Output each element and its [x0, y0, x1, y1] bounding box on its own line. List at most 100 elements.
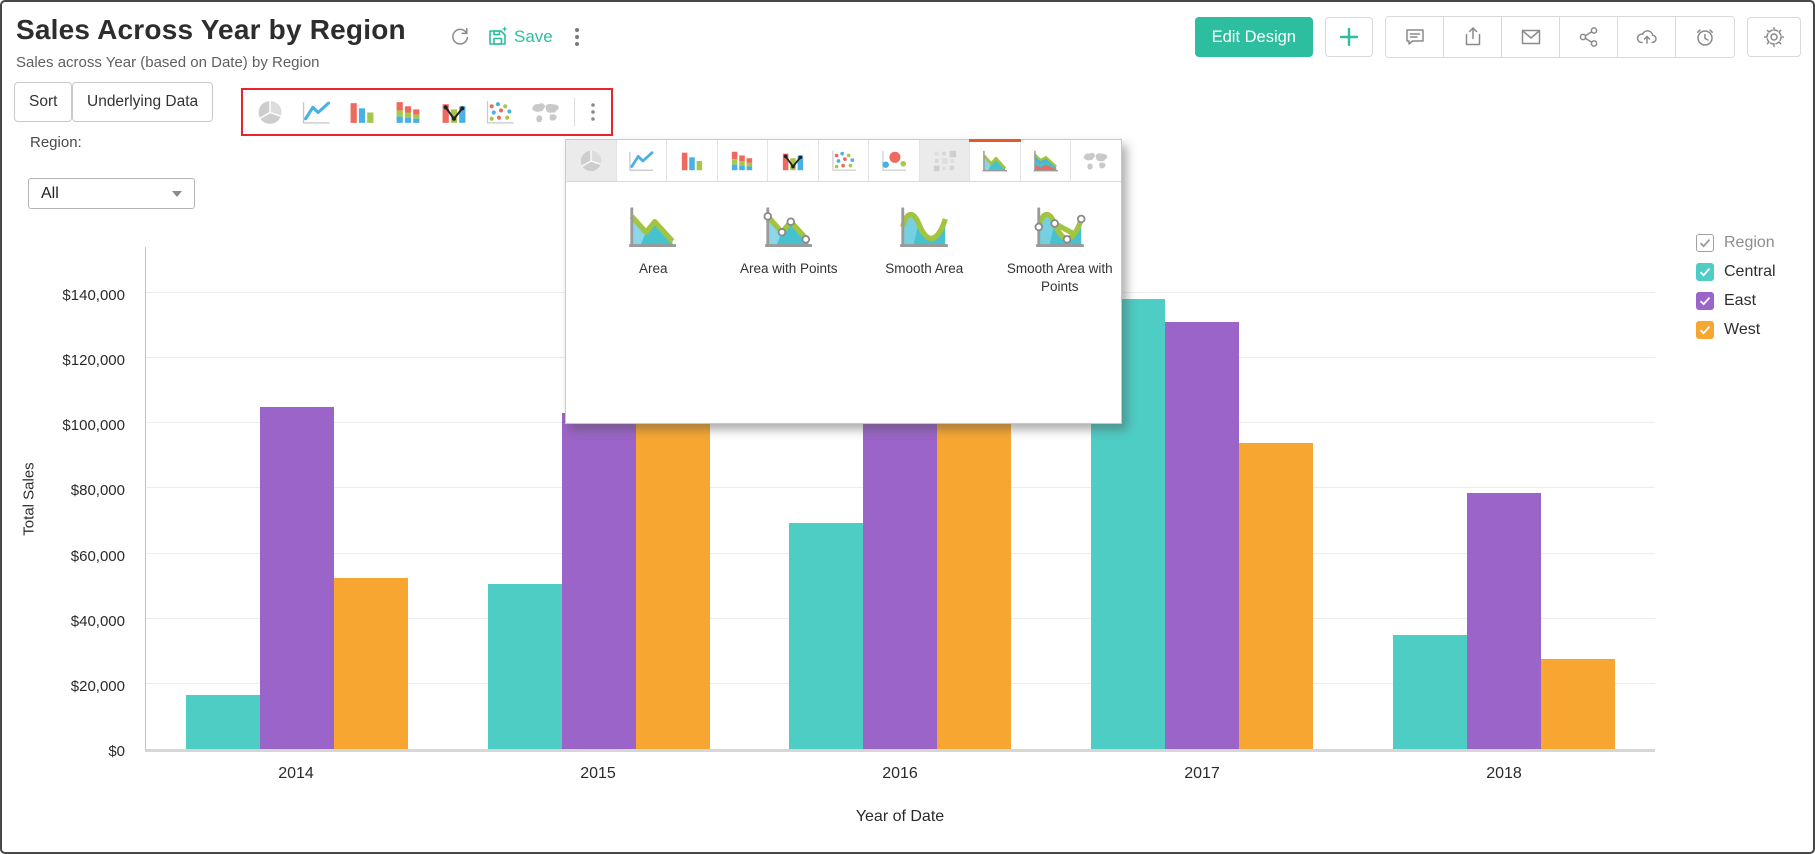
chart-type-line-button[interactable] — [293, 92, 339, 132]
chart-picker-body: Area Area with Points Smooth Area Smooth Ar… — [566, 182, 1121, 423]
alarm-clock-icon — [1693, 25, 1717, 49]
bar-central-2016[interactable] — [789, 522, 864, 749]
bar-central-2015[interactable] — [487, 584, 562, 749]
legend-title-checkbox[interactable] — [1696, 234, 1714, 252]
chart-type-toolbar-icons — [247, 92, 569, 132]
more-chart-types-button[interactable] — [580, 92, 607, 132]
smooth-area-points-chart-icon — [1030, 204, 1090, 250]
legend-item-east[interactable]: East — [1696, 291, 1776, 311]
settings-button[interactable] — [1747, 17, 1801, 57]
chart-type-map-button[interactable] — [523, 92, 569, 132]
map-chart-icon — [529, 99, 563, 126]
legend-item-west[interactable]: West — [1696, 320, 1776, 340]
bar-west-2016[interactable] — [937, 413, 1012, 749]
refresh-button[interactable] — [448, 25, 472, 49]
smooth-area-chart-icon — [894, 204, 954, 250]
toolbar-divider — [574, 98, 575, 126]
legend-checkbox[interactable] — [1696, 263, 1714, 281]
x-axis-title: Year of Date — [855, 808, 945, 825]
picker-tab-scatter[interactable] — [818, 140, 870, 181]
legend-label: Central — [1724, 263, 1776, 280]
chart-type-picker-panel: Area Area with Points Smooth Area Smooth Ar… — [565, 139, 1122, 424]
combo-chart-icon — [437, 99, 471, 126]
x-tick-label: 2017 — [1184, 765, 1220, 782]
bar-west-2015[interactable] — [635, 413, 710, 749]
y-tick-label: $20,000 — [70, 677, 125, 695]
analytics-report-view: Sales Across Year by Region Save Sales a… — [0, 0, 1815, 854]
y-tick-label: $140,000 — [62, 286, 125, 304]
edit-design-button[interactable]: Edit Design — [1194, 17, 1313, 57]
schedule-button[interactable] — [1676, 17, 1734, 57]
legend-title-row[interactable]: Region — [1696, 233, 1776, 253]
comments-button[interactable] — [1386, 17, 1444, 57]
line-chart-icon — [299, 99, 333, 126]
line-chart-icon — [626, 149, 656, 173]
chart-type-combo-button[interactable] — [431, 92, 477, 132]
stacked-area-chart-icon — [1031, 149, 1061, 173]
export-button[interactable] — [1444, 17, 1502, 57]
y-tick-label: $0 — [108, 743, 125, 760]
y-tick-label: $60,000 — [70, 547, 125, 565]
picker-option-area[interactable]: Area — [592, 204, 715, 295]
publish-button[interactable] — [1618, 17, 1676, 57]
chart-type-bar-button[interactable] — [339, 92, 385, 132]
bar-chart-icon — [345, 99, 379, 126]
scatter-chart-icon — [829, 149, 859, 173]
export-icon — [1461, 25, 1485, 49]
bar-west-2017[interactable] — [1239, 442, 1314, 749]
picker-option-smooth-area-points[interactable]: Smooth Area with Points — [999, 204, 1122, 295]
picker-tab-area[interactable] — [969, 139, 1021, 181]
picker-option-smooth-area[interactable]: Smooth Area — [863, 204, 986, 295]
chart-type-pie-button[interactable] — [247, 92, 293, 132]
bar-west-2014[interactable] — [333, 577, 408, 749]
title-more-menu-button[interactable] — [567, 26, 587, 48]
picker-tab-map[interactable] — [1071, 140, 1122, 181]
bar-central-2014[interactable] — [185, 695, 260, 749]
x-tick-label: 2018 — [1486, 765, 1522, 782]
bar-group-2014 — [146, 247, 448, 749]
chart-type-stacked-bar-button[interactable] — [385, 92, 431, 132]
underlying-data-button[interactable]: Underlying Data — [72, 82, 214, 122]
sort-button[interactable]: Sort — [14, 82, 73, 122]
legend-checkbox[interactable] — [1696, 321, 1714, 339]
heatmap-chart-icon — [930, 149, 960, 173]
y-tick-label: $100,000 — [62, 417, 125, 435]
bar-chart-icon — [677, 149, 707, 173]
picker-option-label: Smooth Area — [885, 261, 964, 276]
bar-east-2017[interactable] — [1165, 322, 1240, 749]
bar-east-2015[interactable] — [561, 413, 636, 749]
picker-tab-combo[interactable] — [768, 140, 819, 181]
page-subtitle: Sales across Year (based on Date) by Reg… — [16, 54, 320, 71]
email-button[interactable] — [1502, 17, 1560, 57]
bar-east-2014[interactable] — [259, 406, 334, 749]
x-tick-label: 2015 — [580, 765, 616, 782]
picker-tab-heatmap[interactable] — [919, 140, 971, 181]
add-new-button[interactable] — [1325, 17, 1373, 57]
bar-west-2018[interactable] — [1541, 659, 1616, 749]
region-filter-dropdown[interactable]: All — [28, 178, 195, 209]
y-tick-label: $80,000 — [70, 482, 125, 500]
y-tick-label: $120,000 — [62, 352, 125, 370]
refresh-icon — [448, 25, 472, 49]
picker-tab-stacked-area[interactable] — [1020, 140, 1072, 181]
legend-item-central[interactable]: Central — [1696, 262, 1776, 282]
picker-tab-bar[interactable] — [667, 140, 718, 181]
caret-down-icon — [172, 190, 182, 197]
bar-central-2018[interactable] — [1393, 634, 1468, 749]
picker-option-area-points[interactable]: Area with Points — [728, 204, 851, 295]
combo-chart-icon — [778, 149, 808, 173]
picker-tab-stacked-bar[interactable] — [717, 140, 769, 181]
comment-icon — [1403, 25, 1427, 49]
picker-tab-line[interactable] — [616, 140, 668, 181]
save-button[interactable]: Save — [486, 25, 553, 49]
legend-checkbox[interactable] — [1696, 292, 1714, 310]
bar-east-2018[interactable] — [1467, 493, 1542, 749]
bar-east-2016[interactable] — [863, 413, 938, 749]
email-icon — [1519, 25, 1543, 49]
picker-tab-pie[interactable] — [566, 140, 617, 181]
share-button[interactable] — [1560, 17, 1618, 57]
picker-tab-bubble[interactable] — [869, 140, 920, 181]
y-axis-ticks: $0 $20,000 $40,000 $60,000 $80,000 $100,000 $1… — [2, 247, 135, 760]
gear-icon — [1762, 25, 1786, 49]
chart-type-scatter-button[interactable] — [477, 92, 523, 132]
